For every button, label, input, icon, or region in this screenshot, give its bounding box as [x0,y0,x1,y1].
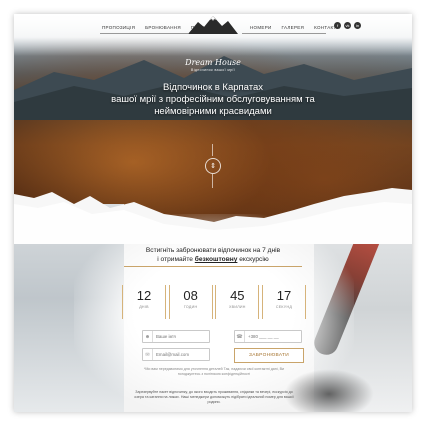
phone-input[interactable] [245,334,301,339]
brand-name: Dream House [185,58,241,67]
offer-line-1: Встигніть забронювати відпочинок на 7 дн… [145,247,281,254]
nav-divider-right [242,33,326,34]
instagram-icon[interactable]: in [354,22,361,29]
book-button[interactable]: Забронювати [234,348,304,363]
mountain-logo-icon[interactable] [188,14,238,36]
phone-icon: ☎ [235,331,245,342]
offer-underline [124,266,302,267]
phone-field[interactable]: ☎ [234,330,302,343]
nav-link-gallery[interactable]: Галерея [282,25,305,30]
brand-tagline: Відпочинок вашої мрії [190,68,236,72]
facebook-icon[interactable]: f [334,22,341,29]
hero-line-1: Відпочинок в Карпатах [162,82,264,93]
offer-line-2-prefix: і отримайте [157,256,195,263]
offer-line-2-suffix: екскурсію [237,256,269,263]
torn-paper-edge [14,188,412,244]
countdown-timer: 12 днів 08 годин 45 хвилин 17 секунд [122,285,306,319]
form-note: *Ми вам передзвонимо для уточнення детал… [144,367,284,376]
nav-link-offer[interactable]: Пропозиція [102,25,135,30]
countdown-label: днів [139,305,149,309]
hero-line-2: вашої мрії з професійним обслуговуванням… [111,94,315,105]
user-icon: ☻ [143,331,153,342]
nav-divider-left [100,33,188,34]
hero-line-3: неймовірними красвидами [154,106,272,117]
page-frame: Пропозиція Бронювання Переваги Номери Га… [14,14,412,412]
countdown-days: 12 днів [122,285,166,319]
description-text: Зарезервуйте пакет відпочинку, до якого … [134,390,294,404]
name-input[interactable] [153,334,209,339]
hero-headline: Відпочинок в Карпатах вашої мрії з профе… [14,82,412,118]
mail-icon: ✉ [143,349,153,360]
nav-right: Номери Галерея Контакти [250,20,340,34]
nav-link-booking[interactable]: Бронювання [145,25,181,30]
scroll-down-icon[interactable]: ⇕ [205,158,221,174]
countdown-value: 12 [136,288,152,303]
countdown-minutes: 45 хвилин [215,285,260,319]
countdown-label: хвилин [228,305,246,309]
scroll-line-top [212,144,213,156]
vk-icon[interactable]: vk [344,22,351,29]
offer-line-2: і отримайте безкоштовну екскурсію [14,255,412,264]
name-field[interactable]: ☻ [142,330,210,343]
social-links: f vk in [334,22,361,29]
email-input[interactable] [153,352,209,357]
nav-link-rooms[interactable]: Номери [250,25,272,30]
countdown-value: 45 [230,288,245,303]
rock-shadow [284,369,374,412]
countdown-label: секунд [275,305,293,309]
countdown-label: годин [183,305,198,309]
offer-emphasis: безкоштовну [194,256,238,263]
offer-text: Встигніть забронювати відпочинок на 7 дн… [14,246,412,264]
countdown-value: 08 [183,288,198,303]
countdown-hours: 08 годин [168,285,213,319]
countdown-seconds: 17 секунд [261,285,306,319]
email-field[interactable]: ✉ [142,348,210,361]
countdown-value: 17 [276,288,292,303]
